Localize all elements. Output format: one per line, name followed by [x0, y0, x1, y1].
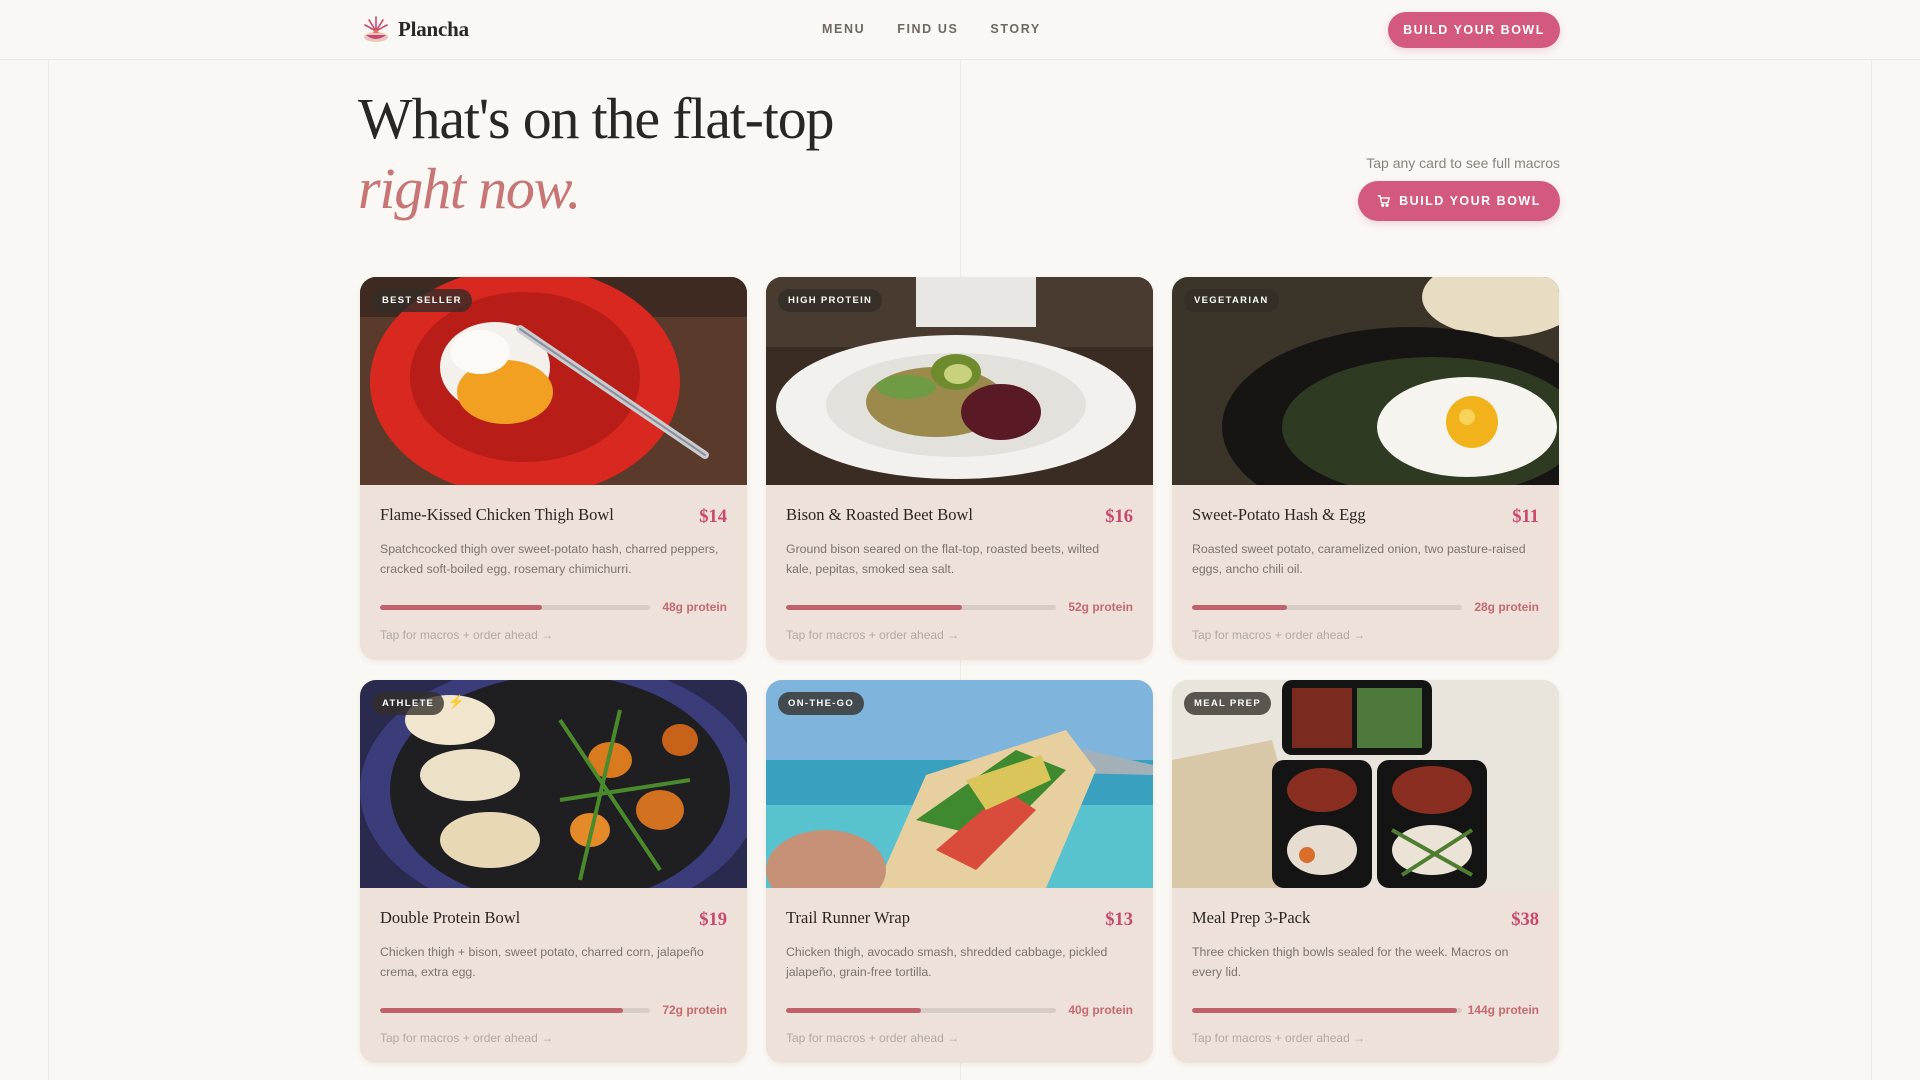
nav-build-bowl-button[interactable]: BUILD YOUR BOWL: [1388, 12, 1560, 48]
protein-bar: [786, 1007, 1056, 1013]
protein-bar: [786, 604, 1056, 610]
card-description: Ground bison seared on the flat-top, roa…: [786, 542, 1100, 576]
card-cta[interactable]: Tap for macros + order ahead →: [1192, 628, 1365, 642]
card-title: Trail Runner Wrap: [786, 908, 910, 927]
brand-name: Plancha: [398, 16, 469, 41]
layout-guide-left: [48, 60, 49, 1080]
cart-icon: [1377, 195, 1391, 207]
card-price: $13: [1105, 910, 1133, 930]
card-badge: HIGH PROTEIN: [778, 289, 883, 312]
protein-bar: [380, 604, 650, 610]
card-description: Chicken thigh, avocado smash, shredded c…: [786, 945, 1108, 979]
nav-link-story[interactable]: STORY: [990, 22, 1040, 36]
protein-label: 28g protein: [1474, 600, 1539, 614]
page-title: What's on the flat-top: [358, 86, 834, 151]
protein-label: 144g protein: [1467, 1003, 1539, 1017]
page-subtitle: right now.: [358, 156, 581, 221]
card-cta[interactable]: Tap for macros + order ahead →: [786, 1031, 959, 1045]
protein-bar-fill: [380, 604, 542, 610]
card-title: Sweet-Potato Hash & Egg: [1192, 505, 1366, 524]
protein-bar: [1192, 604, 1462, 610]
card-badge: ON-THE-GO: [778, 692, 865, 715]
hero-build-bowl-label: BUILD YOUR BOWL: [1399, 194, 1541, 208]
card-price: $11: [1512, 507, 1539, 527]
hero-build-bowl-button[interactable]: BUILD YOUR BOWL: [1358, 181, 1560, 221]
card-description: Chicken thigh + bison, sweet potato, cha…: [380, 945, 704, 979]
menu-card-chicken-thigh-bowl[interactable]: BEST SELLER Flame-Kissed Chicken Thigh B…: [360, 277, 747, 660]
card-title: Meal Prep 3-Pack: [1192, 908, 1311, 927]
nav-link-menu[interactable]: MENU: [822, 22, 865, 36]
nav-link-find-us[interactable]: FIND US: [897, 22, 958, 36]
protein-label: 52g protein: [1068, 600, 1133, 614]
card-description: Roasted sweet potato, caramelized onion,…: [1192, 542, 1526, 576]
protein-bar-fill: [786, 1007, 921, 1013]
protein-bar-fill: [380, 1007, 623, 1013]
card-badge: VEGETARIAN: [1184, 289, 1279, 312]
card-title: Bison & Roasted Beet Bowl: [786, 505, 973, 524]
card-badge: BEST SELLER: [372, 289, 472, 312]
card-photo: VEGETARIAN: [1172, 277, 1559, 485]
card-description: Spatchcocked thigh over sweet-potato has…: [380, 542, 719, 576]
menu-card-sweet-potato-hash[interactable]: VEGETARIAN Sweet-Potato Hash & Egg $11 R…: [1172, 277, 1559, 660]
protein-bar: [380, 1007, 650, 1013]
card-cta[interactable]: Tap for macros + order ahead →: [1192, 1031, 1365, 1045]
card-price: $16: [1105, 507, 1133, 527]
card-badge: MEAL PREP: [1184, 692, 1271, 715]
protein-label: 40g protein: [1068, 1003, 1133, 1017]
card-cta[interactable]: Tap for macros + order ahead →: [786, 628, 959, 642]
hero-hint: Tap any card to see full macros: [1366, 155, 1560, 171]
layout-guide-right: [1871, 60, 1872, 1080]
protein-bar-fill: [786, 604, 962, 610]
card-price: $38: [1511, 910, 1539, 930]
protein-bar-fill: [1192, 1007, 1457, 1013]
flame-logo-icon: [364, 16, 388, 42]
lightning-bolt-icon: ⚡: [448, 694, 465, 709]
card-description: Three chicken thigh bowls sealed for the…: [1192, 945, 1509, 979]
card-photo: ATHLETE ⚡: [360, 680, 747, 888]
card-title: Double Protein Bowl: [380, 908, 521, 927]
card-price: $19: [699, 910, 727, 930]
nav-links: MENU FIND US STORY: [822, 22, 1041, 36]
card-badge: ATHLETE: [372, 692, 445, 715]
card-cta[interactable]: Tap for macros + order ahead →: [380, 628, 553, 642]
menu-grid: BEST SELLER Flame-Kissed Chicken Thigh B…: [360, 277, 1560, 1063]
card-price: $14: [699, 507, 727, 527]
card-photo: BEST SELLER: [360, 277, 747, 485]
menu-card-double-protein-bowl[interactable]: ATHLETE ⚡ Double Protein Bowl $19 Chicke…: [360, 680, 747, 1063]
brand[interactable]: Plancha: [360, 13, 469, 45]
card-cta[interactable]: Tap for macros + order ahead →: [380, 1031, 553, 1045]
protein-bar: [1192, 1007, 1462, 1013]
card-photo: HIGH PROTEIN: [766, 277, 1153, 485]
card-photo: ON-THE-GO: [766, 680, 1153, 888]
card-title: Flame-Kissed Chicken Thigh Bowl: [380, 505, 614, 524]
menu-card-trail-runner-wrap[interactable]: ON-THE-GO Trail Runner Wrap $13 Chicken …: [766, 680, 1153, 1063]
protein-label: 48g protein: [662, 600, 727, 614]
card-photo: MEAL PREP: [1172, 680, 1559, 888]
menu-card-meal-prep-3-pack[interactable]: MEAL PREP Meal Prep 3-Pack $38 Three chi…: [1172, 680, 1559, 1063]
protein-bar-fill: [1192, 604, 1287, 610]
protein-label: 72g protein: [662, 1003, 727, 1017]
menu-card-bison-beet-bowl[interactable]: HIGH PROTEIN Bison & Roasted Beet Bowl $…: [766, 277, 1153, 660]
top-nav: Plancha MENU FIND US STORY BUILD YOUR BO…: [0, 0, 1920, 60]
